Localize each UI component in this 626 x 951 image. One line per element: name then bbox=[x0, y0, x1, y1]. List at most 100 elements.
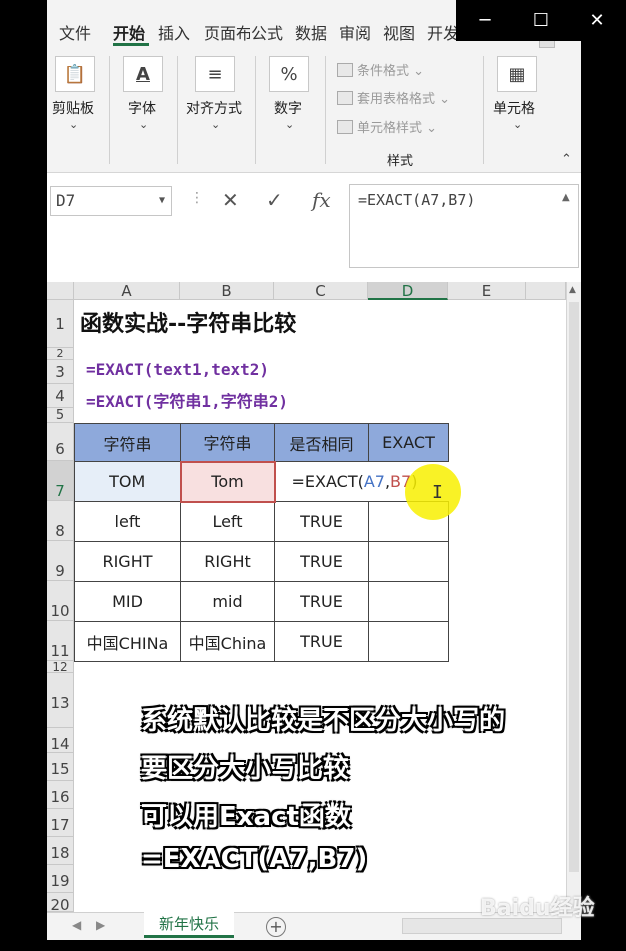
sheet-title[interactable]: 函数实战--字符串比较 bbox=[80, 306, 296, 338]
tab-data[interactable]: 数据 bbox=[295, 20, 327, 44]
column-header-e[interactable]: E bbox=[448, 282, 526, 300]
maximize-icon[interactable]: ☐ bbox=[528, 8, 554, 34]
table-cell[interactable]: MID bbox=[74, 581, 181, 622]
next-sheet-icon[interactable]: ▶ bbox=[96, 918, 105, 932]
text-cursor-icon: I bbox=[432, 482, 443, 503]
table-cell[interactable]: 中国China bbox=[180, 621, 275, 662]
align-icon[interactable]: ≡ bbox=[195, 56, 235, 92]
row-header[interactable]: 1 bbox=[47, 300, 74, 348]
tab-home[interactable]: 开始 bbox=[113, 20, 145, 44]
cell-styles-button[interactable]: 单元格样式 ⌄ bbox=[337, 117, 437, 136]
name-box[interactable]: D7 ▼ bbox=[50, 186, 172, 216]
row-header[interactable]: 10 bbox=[47, 581, 74, 621]
tab-review[interactable]: 审阅 bbox=[339, 20, 371, 44]
font-icon[interactable]: A bbox=[123, 56, 163, 92]
enter-icon[interactable]: ✓ bbox=[266, 188, 283, 212]
sheet-tab-active[interactable]: 新年快乐 bbox=[144, 912, 234, 938]
table-cell[interactable]: 中国CHINa bbox=[74, 621, 181, 662]
table-cell[interactable]: TRUE bbox=[274, 501, 369, 542]
table-cell[interactable]: Left bbox=[180, 501, 275, 542]
cancel-icon[interactable]: ✕ bbox=[222, 188, 239, 212]
row-header[interactable]: 19 bbox=[47, 865, 74, 893]
scroll-up-icon[interactable]: ▲ bbox=[569, 285, 576, 295]
row-header[interactable]: 15 bbox=[47, 753, 74, 781]
clipboard-group-label[interactable]: 剪贴板 bbox=[52, 98, 94, 118]
row-header[interactable]: 5 bbox=[47, 408, 74, 423]
table-cell[interactable] bbox=[368, 541, 449, 582]
row-header[interactable]: 12 bbox=[47, 661, 74, 673]
column-header-d[interactable]: D bbox=[368, 282, 448, 300]
row-header[interactable]: 8 bbox=[47, 501, 74, 541]
select-all[interactable] bbox=[47, 282, 74, 300]
conditional-format-button[interactable]: 条件格式 ⌄ bbox=[337, 60, 424, 79]
scroll-thumb[interactable] bbox=[569, 302, 579, 872]
format-as-table-button[interactable]: 套用表格格式 ⌄ bbox=[337, 88, 450, 107]
table-cell[interactable]: TRUE bbox=[274, 581, 369, 622]
row-header[interactable]: 4 bbox=[47, 384, 74, 408]
syntax-line-1[interactable]: =EXACT(text1,text2) bbox=[86, 360, 269, 379]
table-cell[interactable]: TRUE bbox=[274, 621, 369, 662]
chevron-down-icon[interactable]: ⌄ bbox=[139, 118, 148, 131]
number-group-label[interactable]: 数字 bbox=[274, 98, 302, 118]
table-cell[interactable]: RIGHT bbox=[74, 541, 181, 582]
clipboard-icon[interactable]: 📋 bbox=[55, 56, 95, 92]
ribbon: 📋 剪贴板 ⌄ A 字体 ⌄ ≡ 对齐方式 ⌄ % 数字 ⌄ 条件格式 ⌄ 套用… bbox=[47, 48, 581, 173]
tab-insert[interactable]: 插入 bbox=[158, 20, 190, 44]
row-header[interactable]: 11 bbox=[47, 621, 74, 661]
frame-left bbox=[0, 0, 47, 951]
prev-sheet-icon[interactable]: ◀ bbox=[72, 918, 81, 932]
table-cell[interactable] bbox=[368, 621, 449, 662]
cells-icon[interactable]: ▦ bbox=[497, 56, 537, 92]
table-cell[interactable]: left bbox=[74, 501, 181, 542]
row-header[interactable]: 18 bbox=[47, 837, 74, 865]
cells-group-label[interactable]: 单元格 bbox=[493, 98, 535, 118]
vertical-scrollbar[interactable]: ▲ bbox=[566, 282, 581, 912]
row-header[interactable]: 3 bbox=[47, 360, 74, 384]
row-header[interactable]: 17 bbox=[47, 809, 74, 837]
table-header-cell[interactable]: 字符串 bbox=[180, 423, 275, 462]
table-header-cell[interactable]: EXACT bbox=[368, 423, 449, 462]
collapse-ribbon-icon[interactable]: ⌃ bbox=[561, 152, 572, 167]
alignment-group-label[interactable]: 对齐方式 bbox=[186, 98, 242, 118]
tab-developer[interactable]: 开发 bbox=[427, 20, 456, 44]
column-header-c[interactable]: C bbox=[274, 282, 368, 300]
row-header[interactable]: 6 bbox=[47, 423, 74, 461]
window-controls: ─ ☐ ✕ bbox=[456, 0, 626, 41]
expand-formula-icon[interactable]: ▲ bbox=[562, 192, 570, 203]
row-header[interactable]: 2 bbox=[47, 348, 74, 360]
table-cell-a7[interactable]: TOM bbox=[74, 461, 181, 502]
syntax-line-2[interactable]: =EXACT(字符串1,字符串2) bbox=[86, 388, 288, 412]
table-header-cell[interactable]: 字符串 bbox=[74, 423, 181, 462]
row-header[interactable]: 16 bbox=[47, 781, 74, 809]
row-header[interactable]: 14 bbox=[47, 728, 74, 753]
tab-view[interactable]: 视图 bbox=[383, 20, 415, 44]
chevron-down-icon[interactable]: ⌄ bbox=[69, 118, 78, 131]
chevron-down-icon[interactable]: ▼ bbox=[159, 187, 165, 215]
row-header[interactable]: 7 bbox=[47, 461, 74, 501]
formula-input[interactable]: =EXACT(A7,B7) bbox=[349, 184, 579, 268]
tab-formulas[interactable]: 公式 bbox=[251, 20, 283, 44]
table-cell[interactable]: TRUE bbox=[274, 541, 369, 582]
table-cell[interactable]: RIGHt bbox=[180, 541, 275, 582]
active-tab-indicator bbox=[113, 43, 149, 46]
row-header[interactable]: 9 bbox=[47, 541, 74, 581]
column-header-b[interactable]: B bbox=[180, 282, 274, 300]
chevron-down-icon[interactable]: ⌄ bbox=[285, 118, 294, 131]
table-cell[interactable]: mid bbox=[180, 581, 275, 622]
table-cell-b7[interactable]: Tom bbox=[179, 460, 276, 503]
table-cell[interactable] bbox=[368, 581, 449, 622]
minimize-icon[interactable]: ─ bbox=[472, 8, 498, 34]
chevron-down-icon[interactable]: ⌄ bbox=[513, 118, 522, 131]
row-header[interactable]: 20 bbox=[47, 893, 74, 914]
tab-page-layout[interactable]: 页面布 bbox=[204, 20, 250, 44]
function-icon[interactable]: fx bbox=[312, 188, 331, 212]
tab-file[interactable]: 文件 bbox=[59, 20, 91, 44]
chevron-down-icon[interactable]: ⌄ bbox=[211, 118, 220, 131]
column-header-a[interactable]: A bbox=[74, 282, 180, 300]
add-sheet-icon[interactable]: + bbox=[266, 917, 286, 937]
table-header-cell[interactable]: 是否相同 bbox=[274, 423, 369, 462]
percent-icon[interactable]: % bbox=[269, 56, 309, 92]
font-group-label[interactable]: 字体 bbox=[128, 98, 156, 118]
row-header[interactable]: 13 bbox=[47, 673, 74, 728]
close-icon[interactable]: ✕ bbox=[584, 8, 610, 34]
